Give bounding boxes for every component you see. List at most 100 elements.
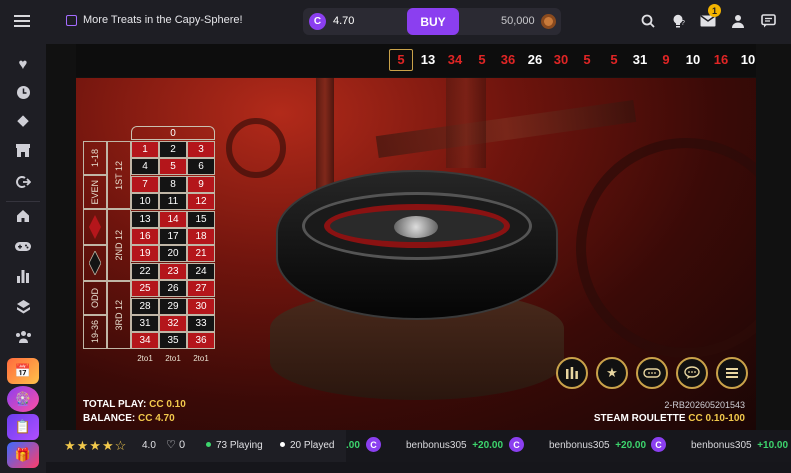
bet-third-dozen[interactable]: 3RD 12	[107, 281, 131, 349]
number-cell[interactable]: 32	[159, 315, 187, 332]
number-cell[interactable]: 8	[159, 175, 187, 193]
game-menu-button[interactable]	[716, 357, 748, 389]
store-icon[interactable]	[10, 137, 36, 163]
search-icon[interactable]	[639, 12, 657, 30]
bottom-strip	[46, 462, 791, 473]
red-diamond-icon	[89, 215, 101, 239]
casino-chip-icon[interactable]	[10, 293, 36, 319]
promo-wheel-icon[interactable]: 🎡	[7, 386, 39, 412]
bet-column-1[interactable]: 2to1	[131, 350, 159, 366]
hamburger-menu-icon[interactable]	[12, 12, 32, 32]
number-cell[interactable]: 9	[187, 175, 215, 193]
number-cell[interactable]: 3	[187, 141, 215, 158]
bet-column-2[interactable]: 2to1	[159, 350, 187, 366]
heart-outline-icon: ♡	[166, 439, 176, 451]
recent-clock-icon[interactable]	[10, 79, 36, 105]
promo-tasks-icon[interactable]: 📋	[7, 414, 39, 440]
community-icon[interactable]	[10, 323, 36, 349]
lightbulb-icon[interactable]: ?	[669, 12, 687, 30]
mail-icon[interactable]: 1	[699, 4, 721, 30]
statistics-bars-icon	[566, 367, 578, 379]
number-cell[interactable]: 34	[131, 332, 159, 350]
number-cell[interactable]: 35	[159, 332, 187, 350]
bet-even[interactable]: EVEN	[83, 175, 107, 209]
number-cell[interactable]: 29	[159, 297, 187, 315]
racetrack-button[interactable]	[636, 357, 668, 389]
number-cell[interactable]: 33	[187, 315, 215, 332]
background-gear	[576, 138, 756, 358]
number-cell[interactable]: 25	[131, 280, 159, 298]
coin-icon: C	[651, 437, 666, 452]
bet-second-dozen[interactable]: 2ND 12	[107, 209, 131, 281]
rating-stars[interactable]: ★★★★☆	[64, 438, 127, 454]
number-cell[interactable]: 28	[131, 297, 159, 315]
number-cell[interactable]: 7	[131, 175, 159, 193]
number-cell[interactable]: 11	[159, 193, 187, 211]
result-number: 13	[420, 52, 436, 67]
games-controller-icon[interactable]	[10, 233, 36, 259]
result-number: 16	[713, 52, 729, 67]
refer-icon[interactable]	[10, 169, 36, 195]
number-cell[interactable]: 14	[159, 210, 187, 228]
home-icon[interactable]	[10, 203, 36, 229]
number-cell[interactable]: 36	[187, 332, 215, 350]
chat-bubble-icon	[684, 366, 700, 379]
coin-balance: 4.70	[333, 15, 355, 27]
number-cell[interactable]: 27	[187, 280, 215, 298]
background-pipe	[375, 100, 637, 158]
gold-coin-icon	[541, 14, 556, 29]
number-cell[interactable]: 31	[131, 315, 159, 332]
number-cell[interactable]: 18	[187, 228, 215, 245]
wheel-spindle	[394, 216, 438, 238]
number-cell[interactable]: 26	[159, 280, 187, 298]
chat-button[interactable]	[676, 357, 708, 389]
vip-diamond-icon[interactable]: ◆	[10, 107, 36, 133]
result-number: 5	[478, 52, 486, 67]
favorite-bets-button[interactable]: ★	[596, 357, 628, 389]
buy-button[interactable]: BUY	[407, 8, 459, 35]
likes[interactable]: ♡ 0	[166, 438, 185, 451]
number-cell[interactable]: 10	[131, 193, 159, 211]
number-cell[interactable]: 15	[187, 210, 215, 228]
leaderboard-chart-icon[interactable]	[10, 263, 36, 289]
number-cell[interactable]: 24	[187, 262, 215, 280]
bet-red[interactable]	[83, 209, 107, 245]
background-gear	[226, 118, 286, 178]
betting-board[interactable]: 0 1-18 EVEN ODD 19-36 1ST 12 2ND 12 3RD …	[80, 126, 218, 370]
zero-cell[interactable]: 0	[131, 126, 215, 140]
bet-black[interactable]	[83, 245, 107, 281]
number-cell[interactable]: 23	[159, 262, 187, 280]
number-cell[interactable]: 17	[159, 228, 187, 245]
number-cell[interactable]: 21	[187, 245, 215, 263]
number-cell[interactable]: 5	[159, 158, 187, 176]
bet-high[interactable]: 19-36	[83, 315, 107, 349]
number-cell[interactable]: 12	[187, 193, 215, 211]
number-cell[interactable]: 13	[131, 210, 159, 228]
number-cell[interactable]: 22	[131, 262, 159, 280]
bet-column-3[interactable]: 2to1	[187, 350, 215, 366]
total-play-value: CC 0.10	[149, 399, 186, 410]
chat-icon[interactable]	[759, 12, 777, 30]
promo-link[interactable]: More Treats in the Capy-Sphere!	[66, 14, 243, 26]
bet-odd[interactable]: ODD	[83, 281, 107, 315]
game-footer: ★★★★☆ 4.0 ♡ 0 73 Playing 20 Played .00 C…	[46, 430, 791, 462]
result-number: 5	[583, 52, 591, 67]
statistics-button[interactable]	[556, 357, 588, 389]
favorites-heart-icon[interactable]: ♥	[10, 51, 36, 77]
number-cell[interactable]: 30	[187, 297, 215, 315]
user-icon[interactable]	[729, 12, 747, 30]
number-cell[interactable]: 6	[187, 158, 215, 176]
number-cell[interactable]: 19	[131, 245, 159, 263]
number-cell[interactable]: 4	[131, 158, 159, 176]
online-dot-icon	[206, 442, 211, 447]
promo-calendar-icon[interactable]: 📅	[7, 358, 39, 384]
promo-rewards-icon[interactable]: 🎁	[7, 442, 39, 468]
number-cell[interactable]: 1	[131, 141, 159, 158]
bet-first-dozen[interactable]: 1ST 12	[107, 141, 131, 209]
number-cell[interactable]: 2	[159, 141, 187, 158]
result-number: 36	[500, 52, 516, 67]
number-cell[interactable]: 16	[131, 228, 159, 245]
bet-low[interactable]: 1-18	[83, 141, 107, 175]
star-icon: ★	[606, 365, 618, 380]
number-cell[interactable]: 20	[159, 245, 187, 263]
